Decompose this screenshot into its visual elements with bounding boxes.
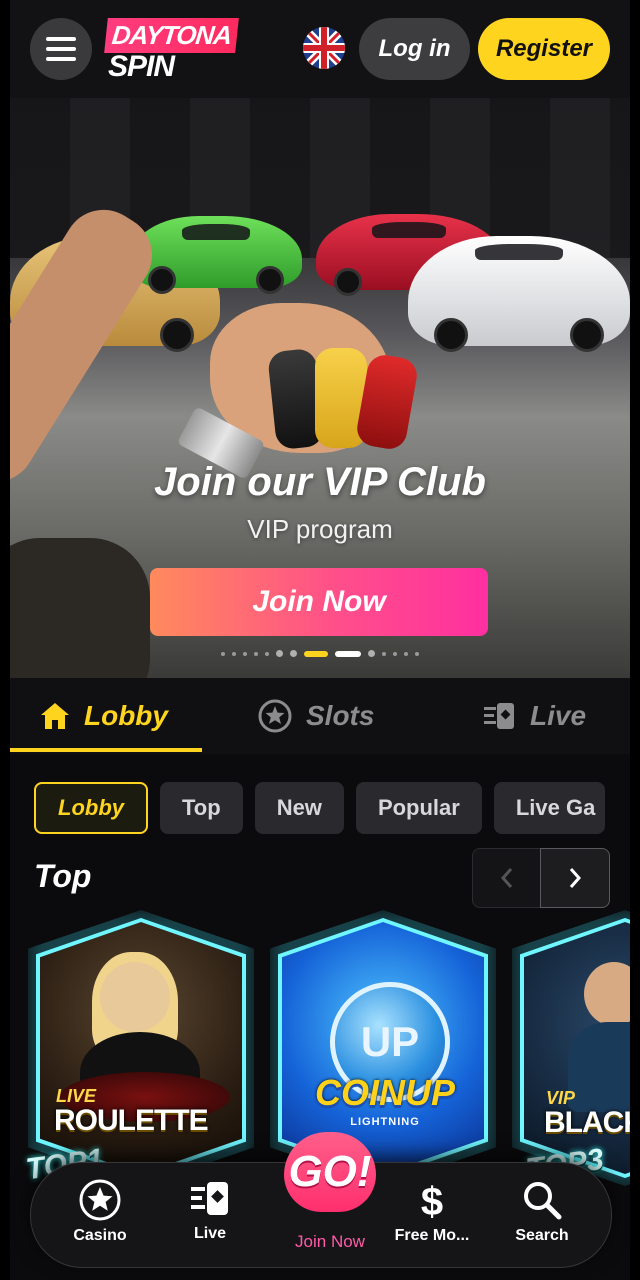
game-card-vip-blackjack[interactable]: VIP BLACK bbox=[512, 910, 630, 1186]
hero-subtitle: VIP program bbox=[247, 514, 393, 544]
register-button[interactable]: Register bbox=[478, 18, 610, 80]
carousel-dot[interactable] bbox=[276, 650, 283, 657]
tab-live[interactable]: Live bbox=[482, 678, 586, 754]
active-tab-indicator bbox=[10, 748, 202, 752]
chip-top[interactable]: Top bbox=[160, 782, 243, 834]
category-tabs: Lobby Slots Live bbox=[10, 678, 630, 754]
game-card-live-roulette[interactable]: LIVE ROULETTE bbox=[28, 910, 254, 1186]
tab-live-label: Live bbox=[530, 700, 587, 731]
car-wheel bbox=[334, 268, 362, 296]
carousel-pagination[interactable] bbox=[10, 650, 630, 657]
login-button[interactable]: Log in bbox=[359, 18, 470, 80]
tab-slots[interactable]: Slots bbox=[258, 678, 374, 754]
game-title: BLACK bbox=[544, 1106, 630, 1139]
search-icon bbox=[524, 1182, 562, 1220]
carousel-dot[interactable] bbox=[368, 650, 375, 657]
dealer-image bbox=[100, 962, 170, 1032]
menu-line bbox=[46, 37, 76, 41]
car-windshield bbox=[181, 224, 251, 240]
hero-title: Join our VIP Club bbox=[154, 460, 486, 504]
page: DAYTONA SPIN Log in Register Join our VI… bbox=[10, 0, 630, 1280]
carousel-dot[interactable] bbox=[265, 651, 269, 656]
carousel-prev-button[interactable] bbox=[472, 848, 542, 908]
game-title: ROULETTE bbox=[54, 1104, 209, 1137]
svg-text:$: $ bbox=[421, 1180, 443, 1221]
carousel-dot[interactable] bbox=[243, 651, 247, 656]
home-icon bbox=[41, 703, 69, 729]
carousel-dot[interactable] bbox=[290, 650, 297, 657]
go-badge: GO! bbox=[284, 1132, 376, 1212]
nav-live-label: Live bbox=[193, 1225, 226, 1242]
hero-banner[interactable]: Join our VIP Club VIP program Join Now bbox=[10, 98, 630, 678]
car-wheel bbox=[256, 266, 284, 294]
car-wheel bbox=[160, 318, 194, 352]
nav-casino-label: Casino bbox=[73, 1227, 127, 1244]
filter-chip-row: Lobby Top New Popular Live Ga bbox=[34, 782, 606, 834]
section-title: Top bbox=[34, 858, 92, 894]
car-windshield bbox=[474, 244, 564, 260]
nav-casino[interactable]: Casino bbox=[45, 1179, 155, 1245]
car-windshield bbox=[371, 222, 447, 238]
daytona-spin-logo[interactable]: DAYTONA SPIN bbox=[104, 16, 239, 86]
logo-bottom-text: SPIN bbox=[108, 50, 175, 83]
chevron-left-icon bbox=[500, 868, 513, 888]
nav-live[interactable]: Live bbox=[155, 1179, 265, 1243]
carousel-dot[interactable] bbox=[382, 651, 386, 656]
tab-lobby-label: Lobby bbox=[84, 700, 168, 731]
game-title: COINUP bbox=[314, 1072, 455, 1113]
dollar-icon: $ bbox=[421, 1180, 443, 1221]
nav-search[interactable]: Search bbox=[487, 1179, 597, 1245]
chip-popular[interactable]: Popular bbox=[355, 782, 482, 834]
chip-lobby[interactable]: Lobby bbox=[34, 782, 148, 834]
live-cards-icon bbox=[484, 703, 514, 729]
carousel-next-button[interactable] bbox=[540, 848, 610, 908]
carousel-dot[interactable] bbox=[415, 651, 419, 656]
dealer-image bbox=[584, 962, 630, 1026]
join-now-button[interactable]: Join Now bbox=[150, 568, 488, 636]
nav-free-money-label: Free Mo... bbox=[394, 1227, 470, 1244]
uk-flag-icon[interactable] bbox=[303, 27, 345, 69]
car-wheel bbox=[570, 318, 604, 352]
chevron-right-icon bbox=[569, 868, 582, 888]
live-cards-icon bbox=[191, 1182, 228, 1215]
chip-new[interactable]: New bbox=[254, 782, 344, 834]
top-header: DAYTONA SPIN Log in Register bbox=[10, 0, 630, 98]
nav-free-money[interactable]: $ Free Mo... bbox=[377, 1179, 487, 1245]
carousel-dot[interactable] bbox=[232, 651, 236, 656]
menu-line bbox=[46, 57, 76, 61]
go-join-now-button[interactable]: GO! Join Now bbox=[278, 1132, 382, 1251]
hamburger-menu-button[interactable] bbox=[30, 18, 92, 80]
carousel-dot[interactable] bbox=[404, 651, 408, 656]
dealer-body bbox=[568, 1022, 630, 1112]
logo-top-text: DAYTONA bbox=[104, 18, 239, 53]
nav-search-label: Search bbox=[515, 1227, 569, 1244]
card-artwork: LIVE ROULETTE bbox=[40, 922, 242, 1174]
carousel-dot[interactable] bbox=[254, 651, 258, 656]
carousel-dot[interactable] bbox=[304, 650, 328, 657]
white-car-image bbox=[408, 236, 630, 352]
green-car-image bbox=[130, 216, 302, 294]
carousel-dot[interactable] bbox=[335, 650, 361, 657]
car-wheel bbox=[148, 266, 176, 294]
car-wheel bbox=[434, 318, 468, 352]
card-artwork: VIP BLACK bbox=[524, 922, 630, 1174]
tab-slots-label: Slots bbox=[306, 700, 375, 731]
carousel-dot[interactable] bbox=[393, 651, 397, 656]
star-icon bbox=[258, 699, 292, 733]
casino-chip-icon bbox=[79, 1179, 121, 1221]
carousel-dot[interactable] bbox=[221, 651, 225, 656]
game-subtitle: LIGHTNING bbox=[350, 1116, 420, 1128]
menu-line bbox=[46, 47, 76, 51]
sleeve-image bbox=[10, 538, 150, 678]
tab-lobby[interactable]: Lobby bbox=[40, 678, 168, 754]
chip-live-games[interactable]: Live Ga bbox=[493, 782, 606, 834]
go-join-label: Join Now bbox=[295, 1232, 365, 1251]
